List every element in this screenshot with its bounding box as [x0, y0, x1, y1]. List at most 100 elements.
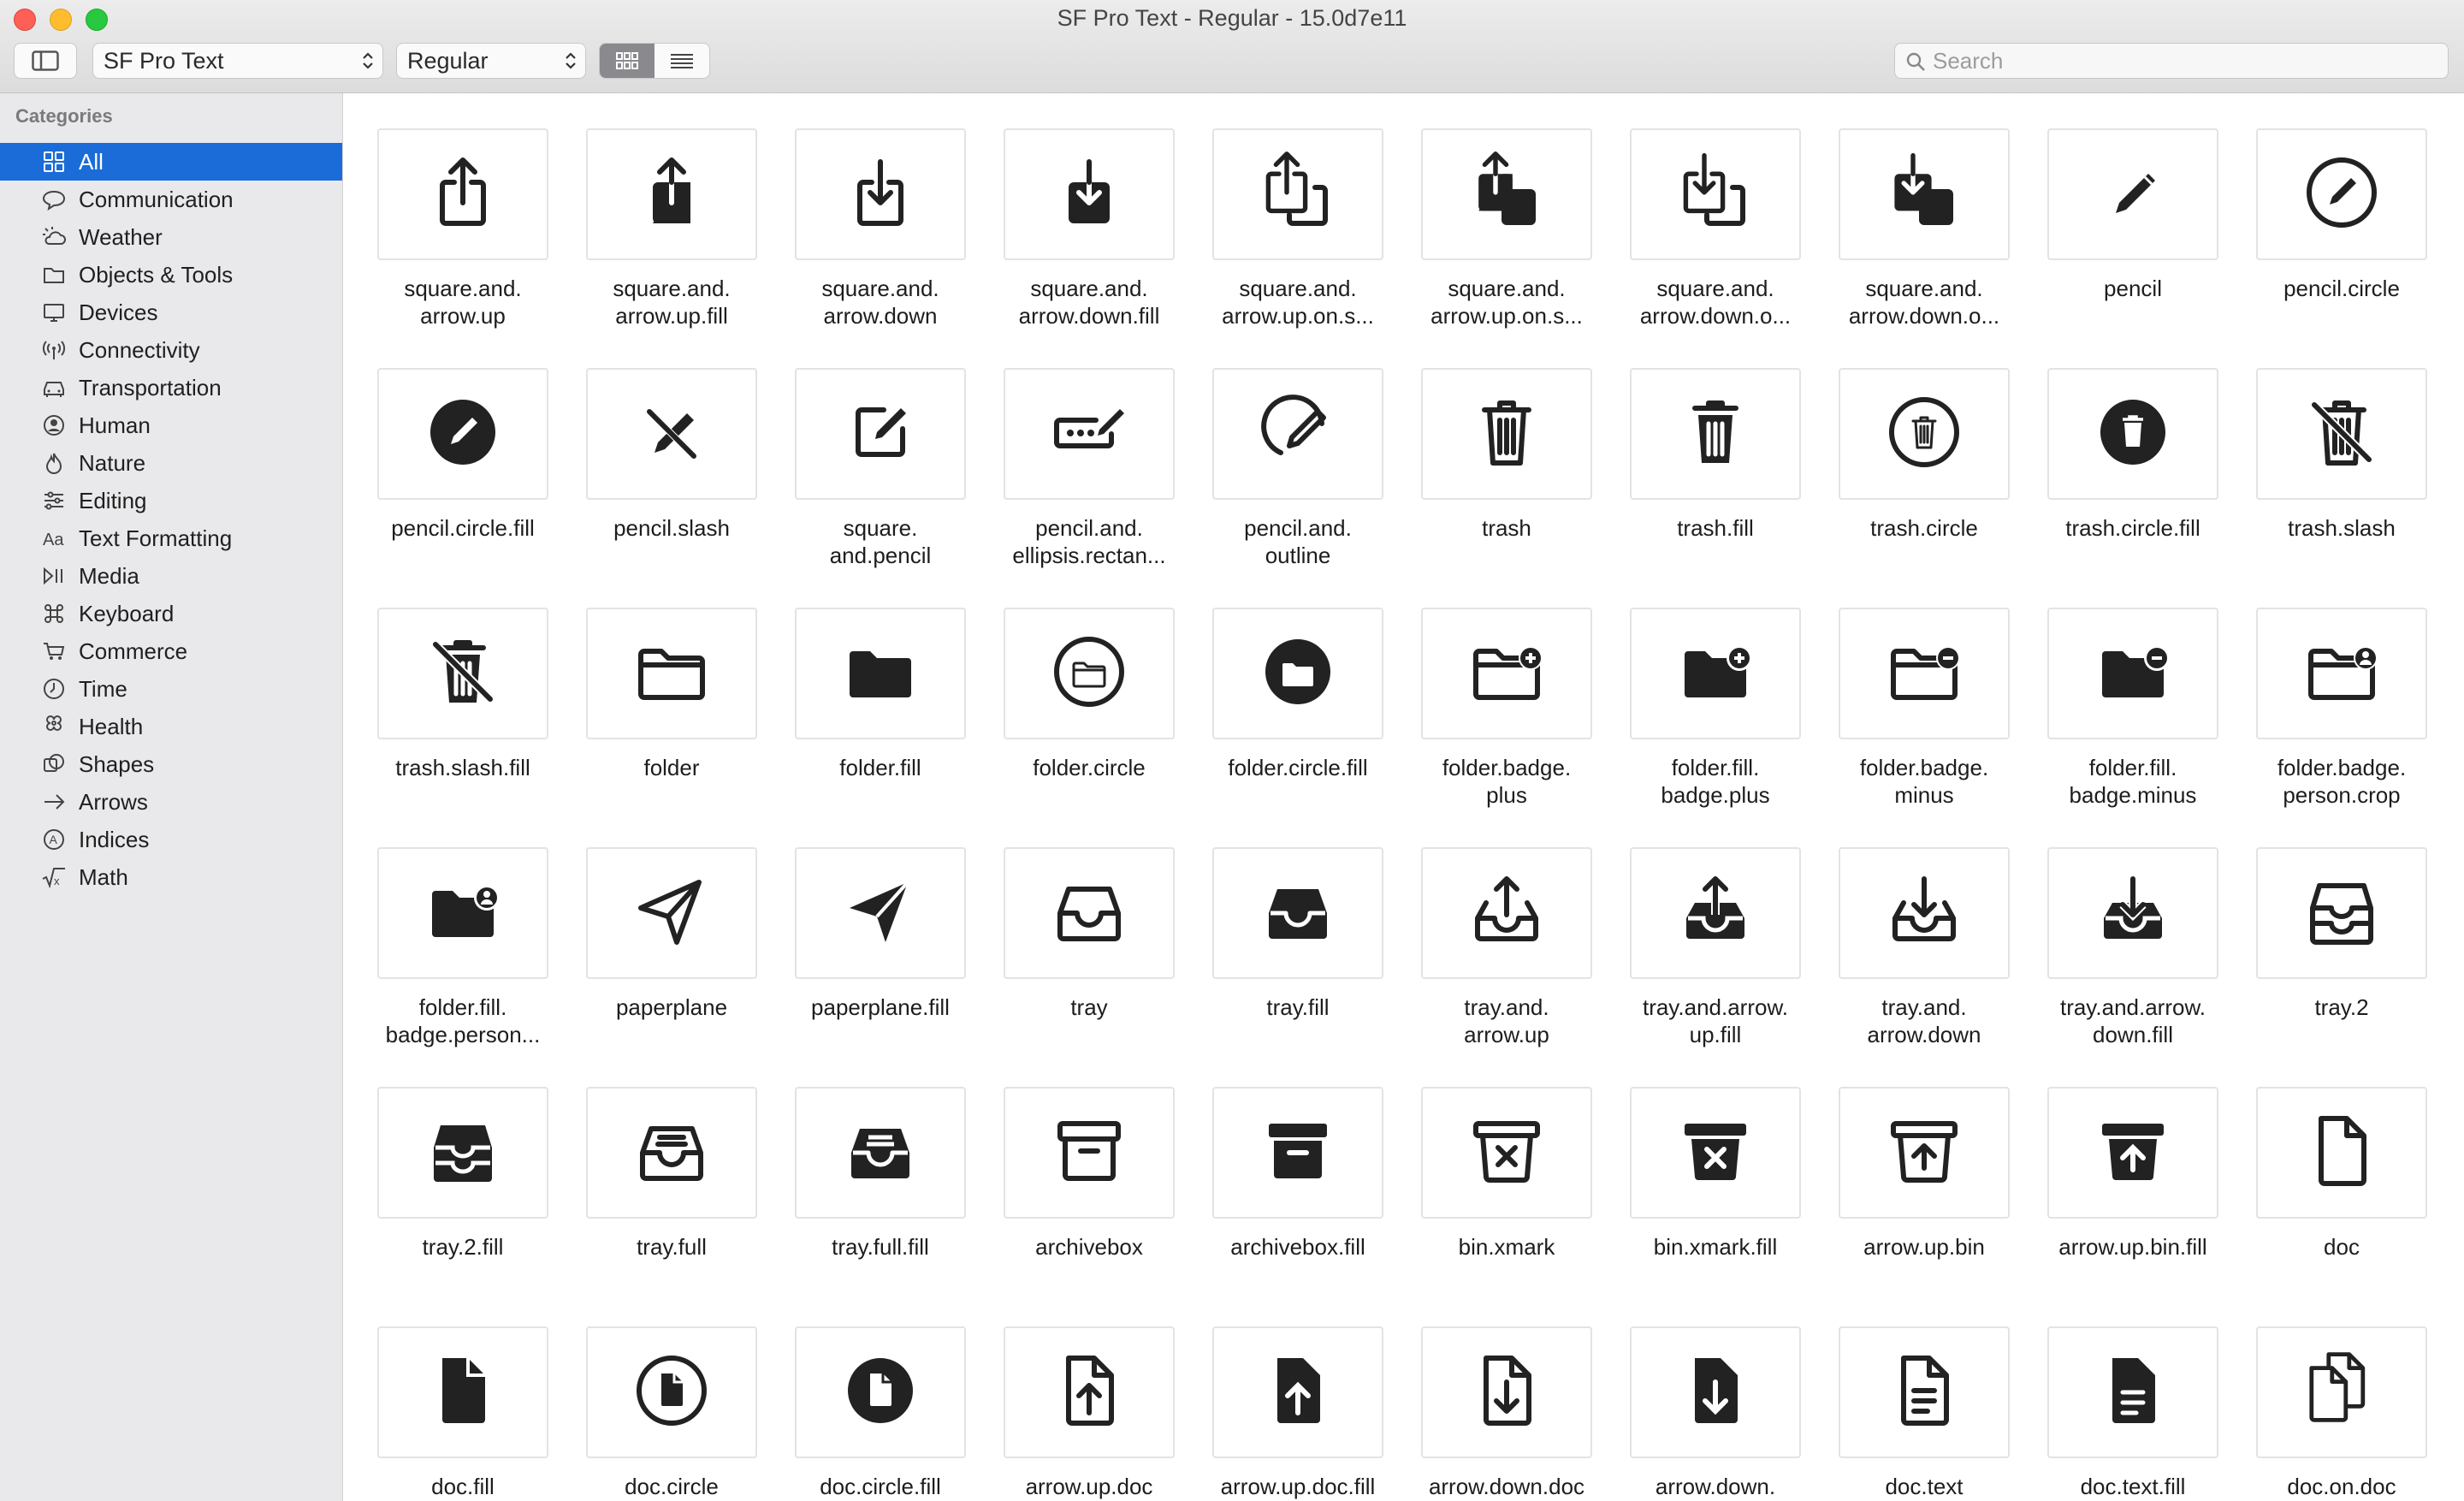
symbol-tile[interactable] — [586, 608, 757, 739]
symbol-cell[interactable]: bin.xmark — [1387, 1052, 1596, 1283]
symbol-tile[interactable] — [377, 847, 548, 979]
grid-view-button[interactable] — [600, 44, 654, 78]
symbol-cell[interactable]: tray.full — [552, 1052, 761, 1283]
symbol-cell[interactable]: tray.and.arrow. up.fill — [1596, 812, 1804, 1047]
sidebar-item-keyboard[interactable]: Keyboard — [0, 595, 342, 632]
symbol-tile[interactable] — [1839, 128, 2010, 260]
symbol-cell[interactable]: tray.full.fill — [761, 1052, 969, 1283]
list-view-button[interactable] — [654, 44, 709, 78]
symbol-cell[interactable]: doc.on.doc — [2222, 1291, 2431, 1501]
symbol-cell[interactable]: bin.xmark.fill — [1596, 1052, 1804, 1283]
symbol-tile[interactable] — [377, 608, 548, 739]
sidebar-item-connectivity[interactable]: Connectivity — [0, 331, 342, 369]
symbol-tile[interactable] — [1630, 1087, 1801, 1219]
symbol-cell[interactable]: tray.and.arrow. down.fill — [2013, 812, 2222, 1047]
sidebar-item-devices[interactable]: Devices — [0, 294, 342, 331]
symbol-tile[interactable] — [1630, 608, 1801, 739]
symbol-cell[interactable]: arrow.down.doc — [1387, 1291, 1596, 1501]
symbol-tile[interactable] — [1212, 128, 1383, 260]
symbol-cell[interactable]: square.and. arrow.up.on.s... — [1178, 93, 1387, 329]
symbol-cell[interactable]: tray.and. arrow.down — [1804, 812, 2013, 1047]
symbol-tile[interactable] — [1421, 608, 1592, 739]
symbol-cell[interactable]: trash.slash.fill — [343, 573, 552, 804]
symbol-tile[interactable] — [795, 368, 966, 500]
symbol-tile[interactable] — [1839, 1326, 2010, 1458]
symbol-cell[interactable]: doc.fill — [343, 1291, 552, 1501]
symbol-cell[interactable]: paperplane — [552, 812, 761, 1043]
symbol-cell[interactable]: square.and. arrow.up.fill — [552, 93, 761, 329]
symbol-cell[interactable]: doc — [2222, 1052, 2431, 1283]
sidebar-toggle-button[interactable] — [14, 43, 77, 79]
symbol-cell[interactable]: square.and. arrow.down.o... — [1596, 93, 1804, 329]
symbol-tile[interactable] — [795, 1087, 966, 1219]
symbol-cell[interactable]: pencil.circle.fill — [343, 333, 552, 564]
symbol-tile[interactable] — [1421, 368, 1592, 500]
symbol-cell[interactable]: archivebox — [969, 1052, 1178, 1283]
symbol-cell[interactable]: tray.and. arrow.up — [1387, 812, 1596, 1047]
symbol-tile[interactable] — [1630, 847, 1801, 979]
symbol-tile[interactable] — [2256, 847, 2427, 979]
symbol-cell[interactable]: trash — [1387, 333, 1596, 564]
sidebar-item-media[interactable]: Media — [0, 557, 342, 595]
symbol-tile[interactable] — [1212, 608, 1383, 739]
weight-select[interactable]: Regular — [396, 43, 586, 79]
symbol-cell[interactable]: archivebox.fill — [1178, 1052, 1387, 1283]
symbol-tile[interactable] — [377, 1326, 548, 1458]
symbol-cell[interactable]: folder.fill. badge.person... — [343, 812, 552, 1047]
symbol-cell[interactable]: folder.badge. plus — [1387, 573, 1596, 808]
symbol-tile[interactable] — [1630, 128, 1801, 260]
symbol-cell[interactable]: arrow.up.bin — [1804, 1052, 2013, 1283]
symbol-cell[interactable]: square.and. arrow.down.fill — [969, 93, 1178, 329]
symbol-tile[interactable] — [1212, 847, 1383, 979]
sidebar-item-weather[interactable]: Weather — [0, 218, 342, 256]
symbol-tile[interactable] — [586, 368, 757, 500]
symbol-tile[interactable] — [2256, 1087, 2427, 1219]
symbol-tile[interactable] — [795, 608, 966, 739]
sidebar-item-text-formatting[interactable]: Aa Text Formatting — [0, 519, 342, 557]
symbol-cell[interactable]: folder.fill. badge.minus — [2013, 573, 2222, 808]
symbol-tile[interactable] — [586, 847, 757, 979]
symbol-cell[interactable]: doc.text.fill — [2013, 1291, 2222, 1501]
symbol-cell[interactable]: pencil — [2013, 93, 2222, 324]
symbol-tile[interactable] — [1212, 1326, 1383, 1458]
symbol-tile[interactable] — [1212, 368, 1383, 500]
symbol-cell[interactable]: folder.badge. minus — [1804, 573, 2013, 808]
symbol-cell[interactable]: pencil.slash — [552, 333, 761, 564]
sidebar-item-human[interactable]: Human — [0, 406, 342, 444]
symbol-cell[interactable]: trash.fill — [1596, 333, 1804, 564]
symbol-tile[interactable] — [2047, 1087, 2218, 1219]
sidebar-item-arrows[interactable]: Arrows — [0, 783, 342, 821]
symbol-tile[interactable] — [2256, 1326, 2427, 1458]
symbol-cell[interactable]: tray.fill — [1178, 812, 1387, 1043]
symbol-tile[interactable] — [1004, 1087, 1175, 1219]
symbol-tile[interactable] — [1839, 1087, 2010, 1219]
symbol-cell[interactable]: arrow.up.doc — [969, 1291, 1178, 1501]
symbol-cell[interactable]: folder.fill. badge.plus — [1596, 573, 1804, 808]
symbol-cell[interactable]: folder — [552, 573, 761, 804]
font-select[interactable]: SF Pro Text — [92, 43, 383, 79]
symbol-tile[interactable] — [2256, 368, 2427, 500]
symbol-tile[interactable] — [1839, 847, 2010, 979]
sidebar-item-indices[interactable]: A Indices — [0, 821, 342, 858]
symbol-tile[interactable] — [586, 1326, 757, 1458]
sidebar-item-time[interactable]: Time — [0, 670, 342, 708]
symbol-tile[interactable] — [1839, 608, 2010, 739]
symbol-tile[interactable] — [1004, 608, 1175, 739]
symbol-cell[interactable]: doc.circle.fill — [761, 1291, 969, 1501]
symbol-tile[interactable] — [1004, 847, 1175, 979]
symbol-cell[interactable]: tray.2 — [2222, 812, 2431, 1043]
symbol-tile[interactable] — [1630, 368, 1801, 500]
symbol-cell[interactable]: folder.circle — [969, 573, 1178, 804]
symbol-tile[interactable] — [1004, 128, 1175, 260]
symbol-tile[interactable] — [2256, 128, 2427, 260]
sidebar-item-nature[interactable]: Nature — [0, 444, 342, 482]
symbol-cell[interactable]: square.and. arrow.up.on.s... — [1387, 93, 1596, 329]
symbol-tile[interactable] — [795, 847, 966, 979]
symbol-tile[interactable] — [2047, 368, 2218, 500]
symbol-tile[interactable] — [377, 128, 548, 260]
sidebar-item-editing[interactable]: Editing — [0, 482, 342, 519]
symbol-tile[interactable] — [377, 368, 548, 500]
search-field[interactable]: Search — [1894, 43, 2449, 79]
sidebar-item-commerce[interactable]: Commerce — [0, 632, 342, 670]
symbol-cell[interactable]: folder.fill — [761, 573, 969, 804]
